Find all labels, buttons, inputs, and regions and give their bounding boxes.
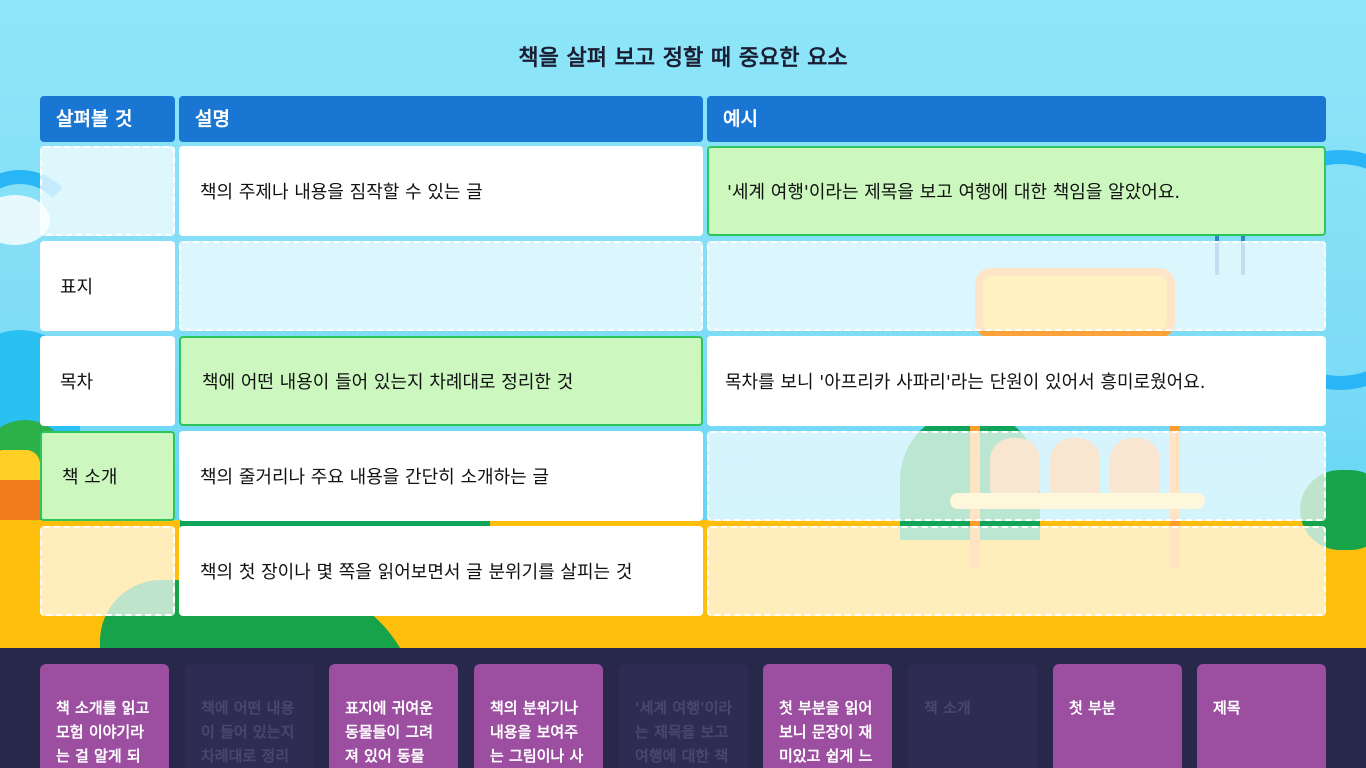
- answer-card[interactable]: 책의 분위기나 내용을 보여주는 그림이나 사: [474, 664, 603, 768]
- item-cell: 목차: [40, 336, 175, 426]
- example-cell: 목차를 보니 '아프리카 사파리'라는 단원이 있어서 흥미로웠어요.: [707, 336, 1326, 426]
- description-cell-correct: 책에 어떤 내용이 들어 있는지 차례대로 정리한 것: [179, 336, 703, 426]
- header-item: 살펴볼 것: [40, 96, 175, 142]
- example-cell-correct: '세계 여행'이라는 제목을 보고 여행에 대한 책임을 알았어요.: [707, 146, 1326, 236]
- drop-slot-item[interactable]: [40, 526, 175, 616]
- drop-slot-item[interactable]: [40, 146, 175, 236]
- description-cell: 책의 줄거리나 주요 내용을 간단히 소개하는 글: [179, 431, 703, 521]
- drop-slot-example[interactable]: [707, 526, 1326, 616]
- answer-card[interactable]: 첫 부분을 읽어보니 문장이 재미있고 쉽게 느: [763, 664, 892, 768]
- drop-slot-example[interactable]: [707, 431, 1326, 521]
- description-cell: 책의 첫 장이나 몇 쪽을 읽어보면서 글 분위기를 살피는 것: [179, 526, 703, 616]
- answer-card[interactable]: 제목: [1197, 664, 1326, 768]
- item-cell-correct: 책 소개: [40, 431, 175, 521]
- page-title: 책을 살펴 보고 정할 때 중요한 요소: [518, 46, 848, 71]
- answer-card-used: 책 소개: [908, 664, 1037, 768]
- drop-slot-example[interactable]: [707, 241, 1326, 331]
- answer-card[interactable]: 첫 부분: [1053, 664, 1182, 768]
- answer-card-used: '세계 여행'이라는 제목을 보고 여행에 대한 책: [619, 664, 748, 768]
- answer-card[interactable]: 책 소개를 읽고 모험 이야기라는 걸 알게 되: [40, 664, 169, 768]
- answer-card[interactable]: 표지에 귀여운 동물들이 그려져 있어 동물: [329, 664, 458, 768]
- item-cell: 표지: [40, 241, 175, 331]
- answer-card-used: 책에 어떤 내용이 들어 있는지 차례대로 정리: [185, 664, 314, 768]
- drop-slot-description[interactable]: [179, 241, 703, 331]
- header-example: 예시: [707, 96, 1326, 142]
- header-description: 설명: [179, 96, 703, 142]
- description-cell: 책의 주제나 내용을 짐작할 수 있는 글: [179, 146, 703, 236]
